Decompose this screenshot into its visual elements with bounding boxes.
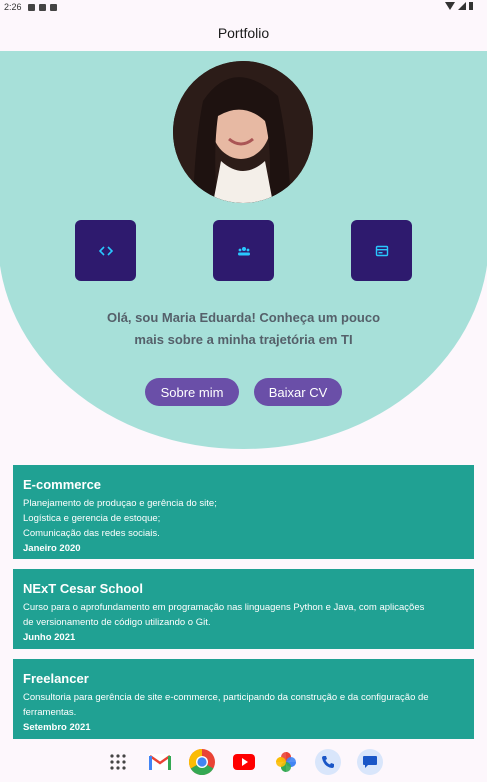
youtube-icon[interactable] (231, 749, 257, 775)
card-description: Curso para o aprofundamento em programaç… (23, 602, 425, 628)
profile-photo (173, 61, 313, 203)
messages-icon[interactable] (356, 749, 383, 775)
status-time: 2:26 (4, 2, 22, 12)
web-icon (375, 245, 388, 256)
avatar (173, 61, 313, 203)
about-button[interactable]: Sobre mim (145, 378, 239, 406)
card-date: Janeiro 2020 (23, 543, 81, 554)
status-bar: 2:26 (0, 0, 487, 14)
intro-text: Olá, sou Maria Eduarda! Conheça um pouco… (106, 310, 381, 347)
card-date: Junho 2021 (23, 632, 76, 643)
experience-card: E-commerce Planejamento de produçao e ge… (13, 465, 474, 559)
apps-grid-icon[interactable] (105, 749, 131, 775)
wifi-icon (445, 2, 455, 10)
app-dock (0, 742, 487, 782)
experience-card: NExT Cesar School Curso para o aprofunda… (13, 569, 474, 649)
experience-card: Freelancer Consultoria para gerência de … (13, 659, 474, 739)
team-icon (237, 246, 250, 255)
card-title: Freelancer (23, 671, 89, 686)
signal-icon (458, 2, 466, 10)
code-icon (98, 245, 113, 256)
chrome-icon[interactable] (188, 749, 215, 775)
download-cv-button[interactable]: Baixar CV (254, 378, 342, 406)
app-bar: Portfolio (0, 14, 487, 52)
battery-icon (469, 2, 473, 10)
team-button[interactable] (213, 220, 274, 281)
card-description: Planejamento de produçao e gerência do s… (23, 498, 217, 539)
web-button[interactable] (351, 220, 412, 281)
notification-icon (49, 3, 57, 11)
code-button[interactable] (75, 220, 136, 281)
card-description: Consultoria para gerência de site e-comm… (23, 692, 429, 718)
phone-icon[interactable] (314, 749, 341, 775)
page-title: Portfolio (217, 25, 270, 41)
card-title: NExT Cesar School (23, 581, 143, 596)
gmail-icon[interactable] (147, 749, 173, 775)
hero-section: Olá, sou Maria Eduarda! Conheça um pouco… (0, 51, 487, 449)
card-title: E-commerce (23, 477, 102, 492)
card-date: Setembro 2021 (23, 722, 91, 733)
photos-icon[interactable] (273, 749, 299, 775)
notification-icon (27, 3, 35, 11)
notification-icon (38, 3, 46, 11)
